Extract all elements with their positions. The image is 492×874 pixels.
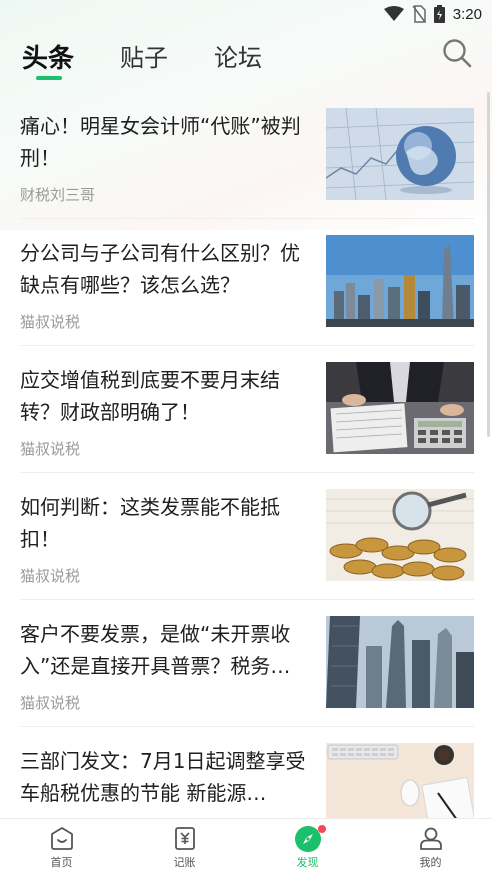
search-icon [443, 39, 472, 68]
nav-ledger[interactable]: 记账 [123, 819, 246, 874]
article-source: 猫叔说税 [20, 313, 81, 331]
globe-chart-image [326, 108, 474, 200]
status-bar: 3:20 [0, 0, 492, 28]
article-thumbnail[interactable] [326, 616, 474, 708]
keyboard-notebook-image [326, 743, 474, 818]
notification-badge [318, 825, 326, 833]
active-tab-indicator [36, 76, 62, 80]
article-title[interactable]: 如何判断：这类发票能不能抵扣！ [20, 491, 310, 555]
city-skyline-image [326, 235, 474, 327]
article-thumbnail[interactable] [326, 743, 474, 818]
tab-toutiao[interactable]: 头条 [22, 38, 74, 75]
nav-label: 首页 [50, 856, 73, 869]
tab-tiezi[interactable]: 贴子 [120, 38, 168, 73]
article-source: 猫叔说税 [20, 567, 81, 585]
article-thumbnail[interactable] [326, 108, 474, 200]
article-item[interactable]: 痛心！明星女会计师“代账”被判刑！ 财税刘三哥 [20, 92, 474, 219]
no-sim-icon [412, 5, 426, 23]
article-title[interactable]: 三部门发文：7月1日起调整享受车船税优惠的节能 新能源… [20, 745, 310, 809]
nav-discover[interactable]: 发现 [246, 819, 369, 874]
article-title[interactable]: 分公司与子公司有什么区别？优缺点有哪些？该怎么选？ [20, 237, 310, 301]
article-source: 猫叔说税 [20, 440, 81, 458]
battery-icon [433, 5, 445, 23]
wifi-icon [383, 6, 404, 21]
home-icon [50, 827, 73, 850]
nav-label: 我的 [419, 856, 442, 869]
article-source: 猫叔说税 [20, 694, 81, 712]
article-thumbnail[interactable] [326, 235, 474, 327]
nav-mine[interactable]: 我的 [369, 819, 492, 874]
article-title[interactable]: 痛心！明星女会计师“代账”被判刑！ [20, 110, 310, 174]
article-title[interactable]: 应交增值税到底要不要月末结转？财政部明确了！ [20, 364, 310, 428]
coins-magnifier-image [326, 489, 474, 581]
nav-label: 发现 [296, 856, 319, 869]
article-title[interactable]: 客户不要发票，是做“未开票收入”还是直接开具普票？税务… [20, 618, 310, 682]
skyscrapers-image [326, 616, 474, 708]
article-item[interactable]: 三部门发文：7月1日起调整享受车船税优惠的节能 新能源… [20, 727, 474, 818]
tab-luntan[interactable]: 论坛 [214, 38, 262, 73]
search-button[interactable] [442, 38, 472, 68]
article-feed[interactable]: 痛心！明星女会计师“代账”被判刑！ 财税刘三哥 分公司与子公司有什么区别？优缺点… [0, 92, 492, 818]
status-time: 3:20 [452, 5, 482, 23]
bottom-navigation: 首页 记账 发现 我的 [0, 818, 492, 874]
article-item[interactable]: 应交增值税到底要不要月末结转？财政部明确了！ 猫叔说税 [20, 346, 474, 473]
article-item[interactable]: 客户不要发票，是做“未开票收入”还是直接开具普票？税务… 猫叔说税 [20, 600, 474, 727]
calculator-desk-image [326, 362, 474, 454]
ledger-icon [174, 827, 195, 850]
nav-label: 记账 [173, 856, 196, 869]
article-thumbnail[interactable] [326, 489, 474, 581]
nav-home[interactable]: 首页 [0, 819, 123, 874]
feed-scrollbar[interactable] [487, 92, 490, 437]
article-item[interactable]: 分公司与子公司有什么区别？优缺点有哪些？该怎么选？ 猫叔说税 [20, 219, 474, 346]
top-tabs: 头条 贴子 论坛 [0, 28, 492, 90]
article-thumbnail[interactable] [326, 362, 474, 454]
user-icon [419, 827, 442, 850]
article-source: 财税刘三哥 [20, 186, 96, 204]
article-item[interactable]: 如何判断：这类发票能不能抵扣！ 猫叔说税 [20, 473, 474, 600]
